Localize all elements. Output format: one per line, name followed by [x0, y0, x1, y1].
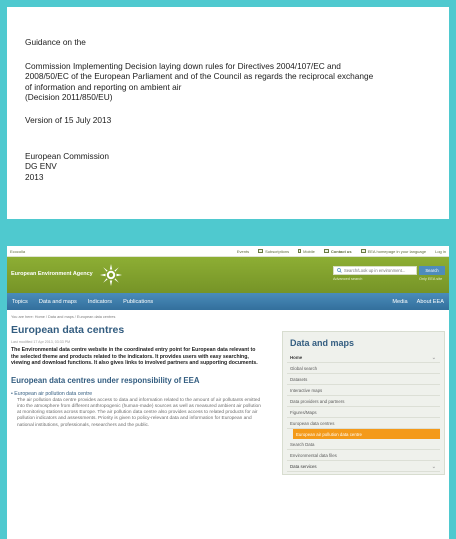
- nav-publications[interactable]: Publications: [123, 299, 153, 305]
- main-content: Last modified 17 Apr 2013, 03:33 PM The …: [11, 339, 261, 475]
- search-icon: [337, 268, 342, 273]
- contact-icon: [323, 249, 329, 253]
- utility-link-login[interactable]: Log in: [435, 249, 446, 254]
- doc-org-line: DG ENV: [25, 161, 57, 172]
- only-eea-site-toggle[interactable]: Only EEA site: [419, 277, 442, 281]
- brand-name[interactable]: European Environment Agency: [11, 271, 93, 277]
- section-heading: European data centres under responsibili…: [11, 375, 200, 385]
- eea-website: Ecocolla Events Subscriptions Mobile Con…: [7, 246, 449, 539]
- utility-bar: Ecocolla Events Subscriptions Mobile Con…: [7, 246, 449, 257]
- utility-link-events[interactable]: Events: [237, 249, 249, 254]
- last-modified: Last modified 17 Apr 2013, 03:33 PM: [11, 340, 71, 344]
- main-navigation: Topics Data and maps Indicators Publicat…: [7, 293, 449, 310]
- utility-label: Mobile: [303, 248, 315, 254]
- utility-link-mobile[interactable]: Mobile: [298, 249, 315, 254]
- nav-data-and-maps[interactable]: Data and maps: [39, 299, 77, 305]
- sidebar-item-european-data-centres[interactable]: European data centres: [287, 418, 440, 429]
- utility-label: Contact us: [330, 248, 352, 254]
- guidance-document: Guidance on the Commission Implementing …: [7, 7, 449, 219]
- doc-org-line: European Commission: [25, 150, 109, 161]
- doc-title-line: of information and reporting on ambient …: [25, 81, 182, 92]
- sidebar-item-data-services[interactable]: Data services ⌄: [287, 461, 440, 472]
- doc-version: Version of 15 July 2013: [25, 114, 112, 125]
- sidebar-item-label: Search Data: [290, 441, 315, 447]
- search-input[interactable]: [343, 268, 413, 273]
- nav-media[interactable]: Media: [392, 299, 407, 305]
- sidebar-item-label: European data centres: [290, 420, 335, 426]
- sidebar-item-environmental-data-files[interactable]: Environmental data files: [287, 450, 440, 461]
- sidebar-item-label: Data services: [290, 463, 317, 469]
- nav-indicators[interactable]: Indicators: [88, 299, 112, 305]
- utility-link-subscriptions[interactable]: Subscriptions: [258, 249, 289, 254]
- utility-label: Events: [236, 248, 250, 254]
- intro-paragraph: The Environmental data centre website in…: [11, 347, 258, 367]
- sidebar-item-label: Environmental data files: [290, 452, 337, 458]
- eea-logo-icon[interactable]: [99, 263, 123, 287]
- sidebar-item-data-providers[interactable]: Data providers and partners: [287, 396, 440, 407]
- nav-about-eea[interactable]: About EEA: [417, 299, 444, 305]
- doc-title-line: (Decision 2011/850/EU): [25, 92, 113, 103]
- search-button[interactable]: Search: [419, 266, 445, 275]
- search-field[interactable]: [333, 266, 417, 275]
- doc-title-line: 2008/50/EC of the European Parliament an…: [25, 71, 374, 82]
- doc-title-line: Commission Implementing Decision laying …: [25, 60, 341, 71]
- breadcrumb[interactable]: You are here: Home / Data and maps / Eur…: [7, 310, 449, 323]
- sidebar-item-air-pollution-data-centre[interactable]: European air pollution data centre: [293, 429, 440, 439]
- nav-topics[interactable]: Topics: [12, 299, 28, 305]
- sidebar-item-label: Interactive maps: [290, 387, 323, 393]
- sidebar-item-label: Data providers and partners: [290, 398, 345, 404]
- data-centre-link[interactable]: • European air pollution data centre: [11, 391, 261, 397]
- sidebar-item-figures[interactable]: Figures/Maps: [287, 407, 440, 418]
- sidebar-title: Data and maps: [290, 338, 355, 348]
- doc-org-line: 2013: [25, 171, 44, 182]
- utility-left-link[interactable]: Ecocolla: [10, 249, 237, 254]
- chevron-down-icon: ⌄: [431, 464, 436, 470]
- sidebar-item-label: European air pollution data centre: [296, 431, 362, 437]
- sidebar-item-label: Global search: [290, 365, 318, 371]
- sidebar-item-label: Figures/Maps: [290, 409, 317, 415]
- utility-label: Subscriptions: [265, 248, 290, 254]
- utility-label: EEA homepage in your language: [367, 248, 427, 254]
- chevron-down-icon: ⌄: [431, 355, 436, 361]
- site-header: European Environment Agency Search/Look …: [7, 257, 449, 293]
- utility-link-contact[interactable]: Contact us: [323, 248, 352, 254]
- utility-label: Log in: [435, 248, 446, 254]
- mobile-icon: [298, 249, 302, 253]
- sidebar-item-home[interactable]: Home ⌄: [287, 352, 440, 363]
- sidebar-item-datasets[interactable]: Datasets: [287, 374, 440, 385]
- sidebar-item-interactive-maps[interactable]: Interactive maps: [287, 385, 440, 396]
- sidebar-item-search-data[interactable]: Search Data: [287, 439, 440, 450]
- data-centre-description: The air pollution data centre provides a…: [17, 397, 261, 428]
- language-icon: [360, 249, 366, 253]
- advanced-search-link[interactable]: Advanced search: [333, 277, 362, 281]
- sidebar-item-label: Datasets: [290, 376, 308, 382]
- sidebar-item-label: Home: [290, 354, 303, 360]
- data-and-maps-sidebar: Data and maps Home ⌄ Global search Datas…: [282, 331, 445, 475]
- subscription-icon: [258, 249, 264, 253]
- doc-intro-line: Guidance on the: [25, 37, 86, 47]
- sidebar-item-global-search[interactable]: Global search: [287, 363, 440, 374]
- utility-link-language[interactable]: EEA homepage in your language: [360, 248, 427, 254]
